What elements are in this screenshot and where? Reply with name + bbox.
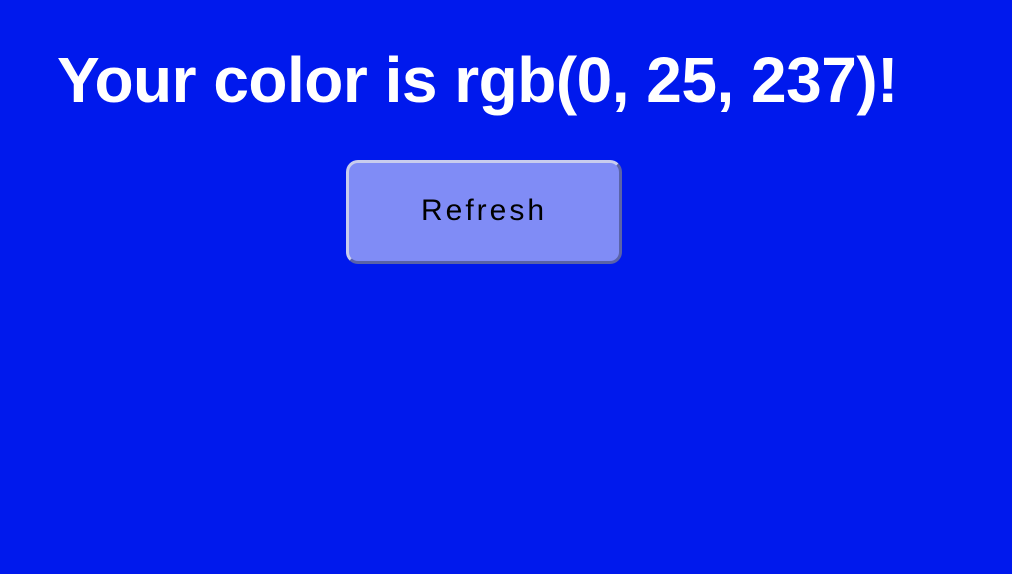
refresh-button[interactable]: Refresh: [346, 160, 622, 264]
refresh-button-label: Refresh: [420, 194, 548, 227]
page: Your color is rgb(0, 25, 237)! Refresh: [0, 0, 1012, 574]
color-headline: Your color is rgb(0, 25, 237)!: [57, 44, 898, 116]
